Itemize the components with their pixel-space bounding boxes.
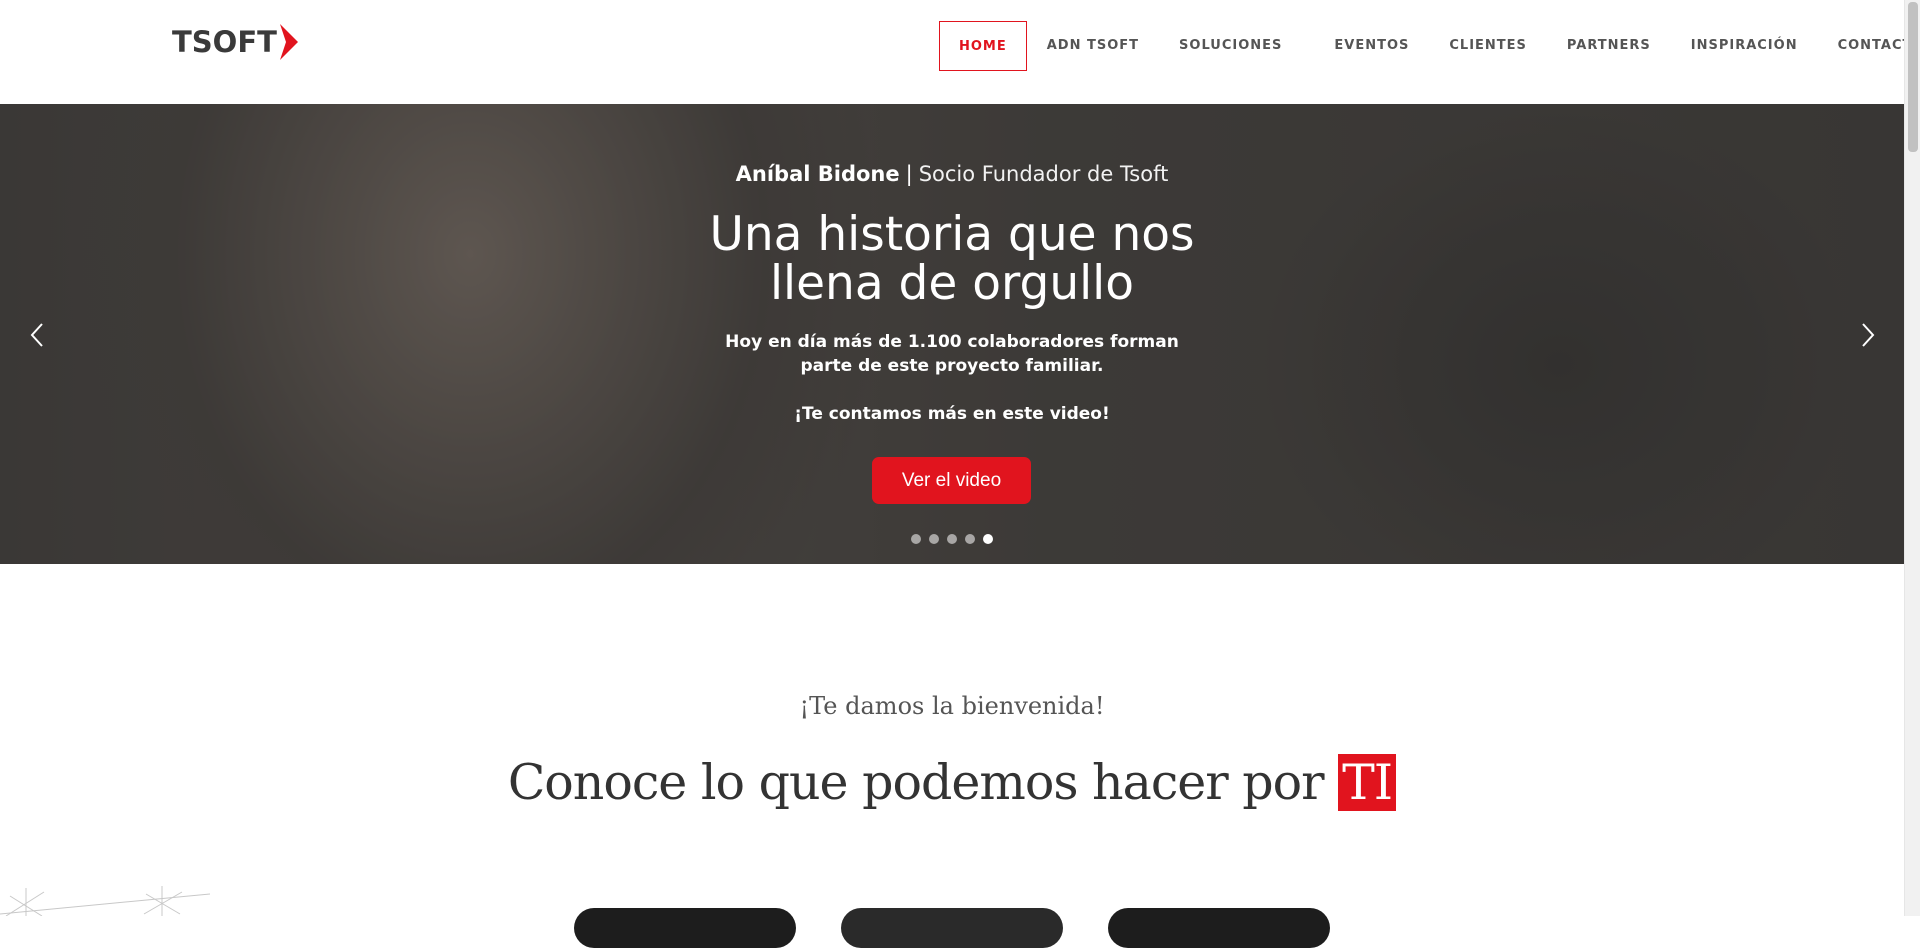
main-nav: HOME ADN TSOFT SOLUCIONES EVENTOS CLIENT… (939, 21, 1920, 71)
welcome-title: Conoce lo que podemos hacer por TI (0, 750, 1904, 816)
tsoft-logo[interactable]: TSOFT (172, 22, 298, 62)
slider-dot-2[interactable] (929, 534, 939, 544)
scrollbar-thumb[interactable] (1908, 2, 1918, 152)
solution-card-2[interactable] (841, 908, 1063, 948)
nav-adn-tsoft[interactable]: ADN TSOFT (1027, 21, 1159, 71)
solution-card-3[interactable] (1108, 908, 1330, 948)
nav-soluciones[interactable]: SOLUCIONES (1159, 21, 1314, 71)
slider-dot-3[interactable] (947, 534, 957, 544)
nav-inspiracion[interactable]: INSPIRACIÓN (1671, 21, 1818, 71)
hero-attribution: Aníbal Bidone | Socio Fundador de Tsoft (0, 162, 1904, 186)
nav-eventos[interactable]: EVENTOS (1314, 21, 1429, 71)
hero-person-name: Aníbal Bidone (735, 162, 900, 186)
logo-arrow-icon (279, 24, 298, 60)
page-scrollbar[interactable] (1904, 0, 1920, 916)
hero-person-role: Socio Fundador de Tsoft (918, 162, 1169, 186)
welcome-title-text: Conoce lo que podemos hacer por (507, 754, 1325, 811)
logo-text: TSOFT (172, 25, 277, 59)
nav-partners[interactable]: PARTNERS (1547, 21, 1671, 71)
solution-card-1[interactable] (574, 908, 796, 948)
nav-home[interactable]: HOME (939, 21, 1027, 71)
slider-dot-5[interactable] (983, 534, 993, 544)
slider-dots (911, 534, 993, 544)
hero-separator: | (905, 162, 913, 186)
chevron-right-icon[interactable] (1855, 320, 1879, 350)
hero-description: Hoy en día más de 1.100 colaboradores fo… (725, 332, 1179, 376)
hero-cta-text: ¡Te contamos más en este video! (794, 404, 1110, 424)
watch-video-button[interactable]: Ver el video (872, 457, 1031, 504)
sparkle-decoration-icon (0, 886, 210, 916)
slider-dot-4[interactable] (965, 534, 975, 544)
nav-clientes[interactable]: CLIENTES (1429, 21, 1547, 71)
hero-slider: Aníbal Bidone | Socio Fundador de Tsoft Un… (0, 104, 1904, 564)
welcome-subtitle: ¡Te damos la bienvenida! (799, 692, 1105, 720)
site-header: TSOFT HOME ADN TSOFT SOLUCIONES EVENTOS … (0, 0, 1920, 104)
hero-content: Aníbal Bidone | Socio Fundador de Tsoft Un… (0, 104, 1904, 564)
hero-title: Una historia que nos llena de orgullo (709, 207, 1195, 311)
slider-dot-1[interactable] (911, 534, 921, 544)
chevron-left-icon[interactable] (26, 320, 50, 350)
welcome-title-highlight: TI (1338, 754, 1397, 811)
